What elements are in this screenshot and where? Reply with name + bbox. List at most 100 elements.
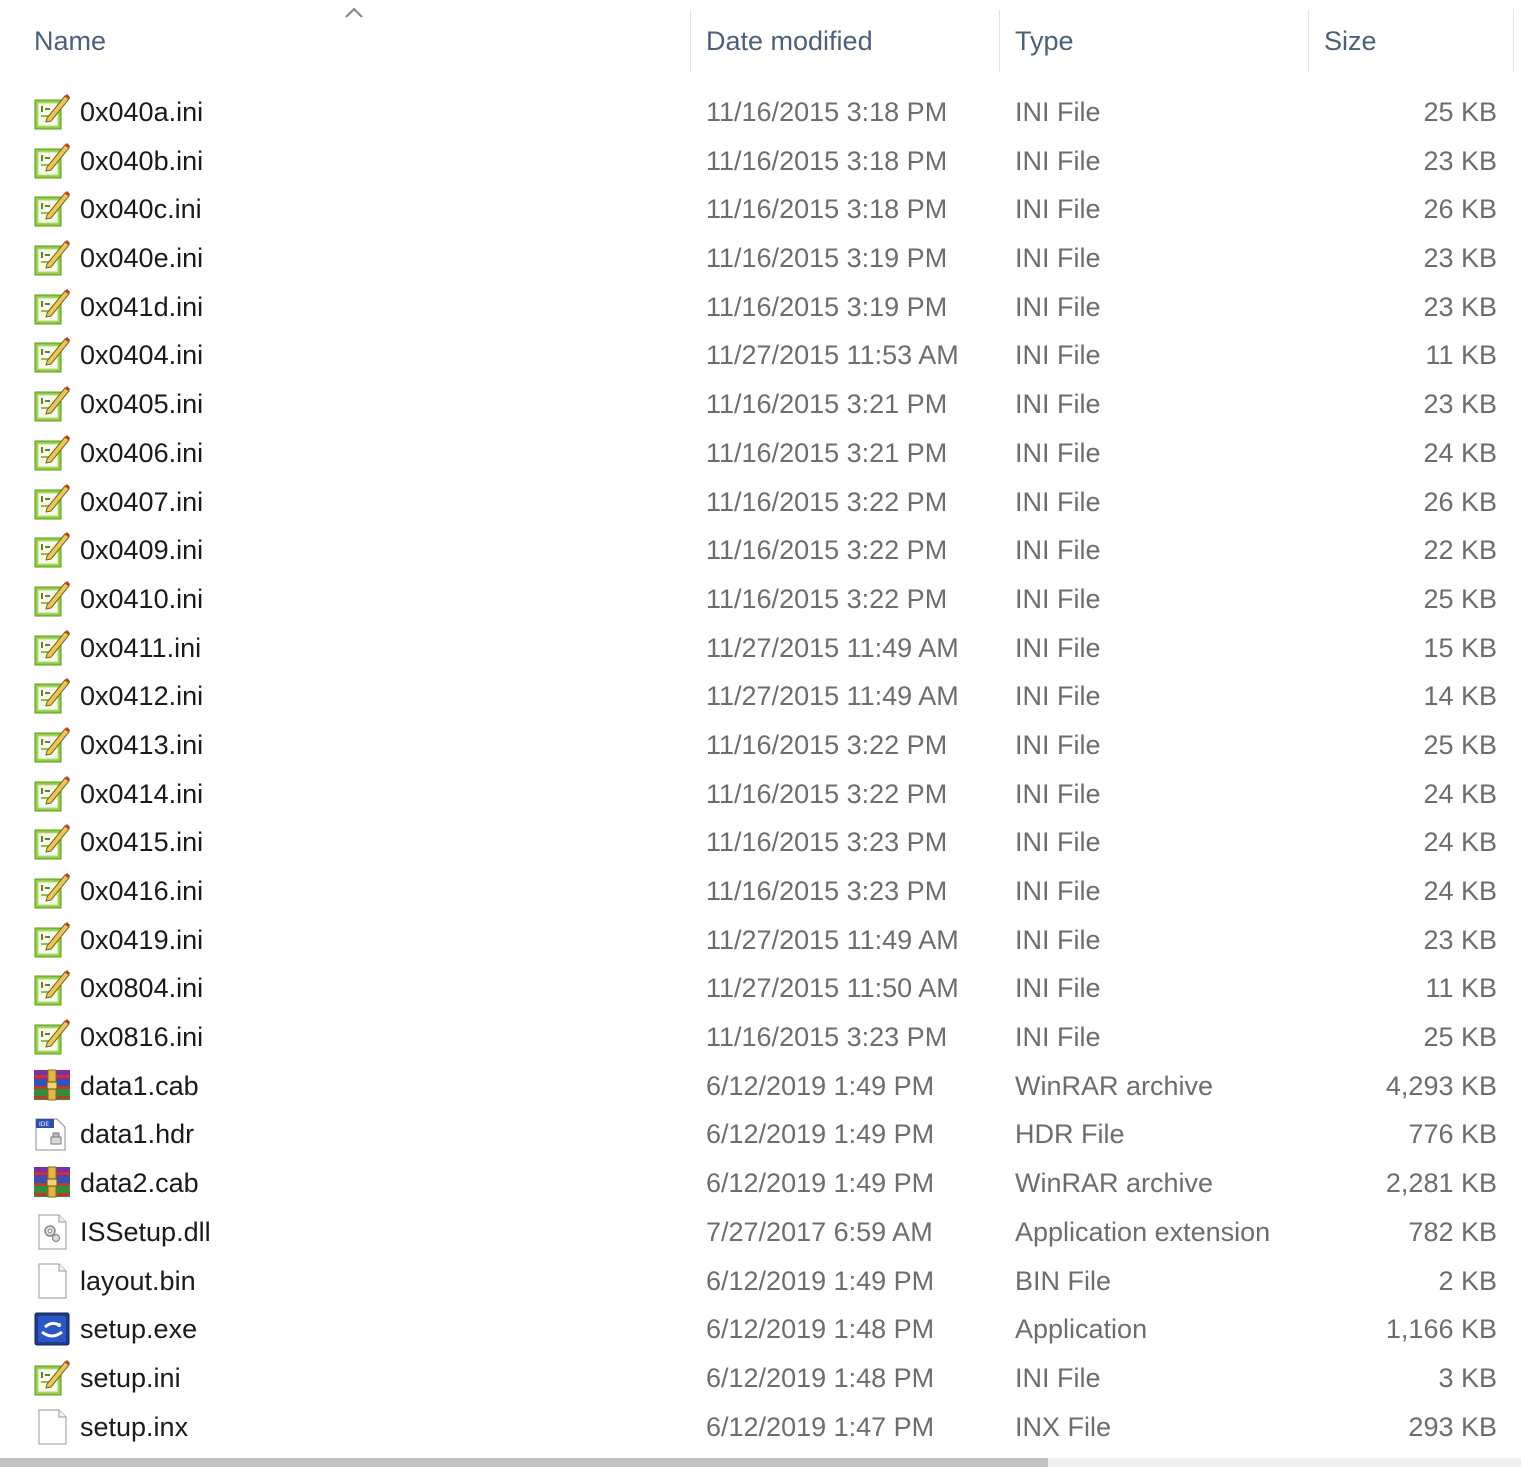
winrar-archive-icon <box>33 1067 71 1105</box>
file-name: 0x0414.ini <box>80 778 204 809</box>
column-header-name-label: Name <box>34 26 107 56</box>
file-row[interactable]: 0x0413.ini 11/16/2015 3:22 PM INI File 25 K… <box>0 721 1521 770</box>
file-date-modified: 11/16/2015 3:23 PM <box>706 876 948 906</box>
file-type: INI File <box>1015 924 1101 955</box>
column-header-date-modified[interactable]: Date modified <box>691 10 999 72</box>
file-type: Application extension <box>1015 1216 1271 1247</box>
file-row[interactable]: data2.cab 6/12/2019 1:49 PM WinRAR archive… <box>0 1159 1521 1208</box>
file-row[interactable]: 0x040a.ini 11/16/2015 3:18 PM INI File 25 K… <box>0 88 1521 137</box>
file-row[interactable]: 0x040e.ini 11/16/2015 3:19 PM INI File 23 K… <box>0 234 1521 283</box>
ini-file-icon <box>33 1359 71 1397</box>
ini-file-icon <box>33 288 71 326</box>
file-row[interactable]: 0x040c.ini 11/16/2015 3:18 PM INI File 26 K… <box>0 185 1521 234</box>
file-name: 0x0816.ini <box>80 1022 204 1053</box>
file-row[interactable]: 0x040b.ini 11/16/2015 3:18 PM INI File 23 K… <box>0 137 1521 186</box>
file-name: 0x0409.ini <box>80 535 204 566</box>
file-size: 1,166 KB <box>1385 1314 1497 1345</box>
file-name: 0x040a.ini <box>80 97 204 127</box>
column-header-size[interactable]: Size <box>1309 10 1513 72</box>
dll-gear-icon <box>33 1213 71 1251</box>
column-header-type[interactable]: Type <box>1000 10 1308 72</box>
file-type: INI File <box>1015 535 1101 566</box>
file-size: 3 KB <box>1438 1362 1497 1393</box>
file-name: setup.exe <box>80 1314 198 1345</box>
ini-file-icon <box>33 872 71 910</box>
file-date-modified: 11/16/2015 3:18 PM <box>706 194 948 225</box>
file-explorer-details-view: Name Date modified Type Size 0x040a.ini 1… <box>0 0 1521 1467</box>
file-row[interactable]: 0x0419.ini 11/27/2015 11:49 AM INI File 23 … <box>0 916 1521 965</box>
file-type: INI File <box>1015 827 1101 858</box>
file-row[interactable]: 0x0410.ini 11/16/2015 3:22 PM INI File 25 K… <box>0 575 1521 624</box>
file-date-modified: 11/16/2015 3:21 PM <box>706 389 948 420</box>
file-row[interactable]: 0x0816.ini 11/16/2015 3:23 PM INI File 25 K… <box>0 1013 1521 1062</box>
file-row[interactable]: 0x0406.ini 11/16/2015 3:21 PM INI File 24 K… <box>0 429 1521 478</box>
file-type: INI File <box>1015 1362 1101 1393</box>
file-date-modified: 11/27/2015 11:49 AM <box>706 924 959 955</box>
file-row[interactable]: data1.cab 6/12/2019 1:49 PM WinRAR archive… <box>0 1062 1521 1111</box>
file-row[interactable]: 0x0415.ini 11/16/2015 3:23 PM INI File 24 K… <box>0 818 1521 867</box>
scrollbar-thumb[interactable] <box>0 1458 1048 1467</box>
file-row[interactable]: setup.ini 6/12/2019 1:48 PM INI File 3 KB <box>0 1354 1521 1403</box>
ini-file-icon <box>33 385 71 423</box>
file-row[interactable]: 0x0416.ini 11/16/2015 3:23 PM INI File 24 K… <box>0 867 1521 916</box>
file-date-modified: 7/27/2017 6:59 AM <box>706 1216 933 1247</box>
ini-file-icon <box>33 483 71 521</box>
hdr-file-icon: IDE <box>33 1115 71 1153</box>
file-row[interactable]: 0x0404.ini 11/27/2015 11:53 AM INI File 11 … <box>0 331 1521 380</box>
file-name: 0x0406.ini <box>80 437 204 468</box>
file-size: 25 KB <box>1423 729 1497 760</box>
file-row[interactable]: layout.bin 6/12/2019 1:49 PM BIN File 2 KB <box>0 1257 1521 1306</box>
file-name: 0x040c.ini <box>80 194 202 225</box>
file-size: 11 KB <box>1425 973 1497 1004</box>
file-name: ISSetup.dll <box>80 1216 211 1247</box>
horizontal-scrollbar[interactable] <box>0 1458 1521 1467</box>
file-type: WinRAR archive <box>1015 1168 1214 1199</box>
file-name: 0x040b.ini <box>80 145 204 176</box>
file-date-modified: 6/12/2019 1:49 PM <box>706 1265 935 1296</box>
file-date-modified: 11/27/2015 11:53 AM <box>706 340 959 371</box>
file-row[interactable]: 0x0414.ini 11/16/2015 3:22 PM INI File 24 K… <box>0 770 1521 819</box>
file-name: 0x0804.ini <box>80 973 204 1004</box>
file-row[interactable]: setup.exe 6/12/2019 1:48 PM Application 1,1… <box>0 1305 1521 1354</box>
file-name: 0x041d.ini <box>80 291 204 322</box>
ini-file-icon <box>33 726 71 764</box>
file-row[interactable]: 0x041d.ini 11/16/2015 3:19 PM INI File 23 K… <box>0 283 1521 332</box>
file-name: 0x0416.ini <box>80 876 204 906</box>
file-type: INI File <box>1015 876 1101 906</box>
file-size: 23 KB <box>1423 924 1497 955</box>
file-row[interactable]: 0x0409.ini 11/16/2015 3:22 PM INI File 22 K… <box>0 526 1521 575</box>
column-divider[interactable] <box>1513 10 1514 72</box>
file-row[interactable]: 0x0412.ini 11/27/2015 11:49 AM INI File 14 … <box>0 672 1521 721</box>
file-row[interactable]: 0x0411.ini 11/27/2015 11:49 AM INI File 15 … <box>0 624 1521 673</box>
ini-file-icon <box>33 190 71 228</box>
file-type: INI File <box>1015 486 1101 517</box>
file-row[interactable]: setup.inx 6/12/2019 1:47 PM INX File 293 KB <box>0 1403 1521 1452</box>
file-row[interactable]: IDE data1.hdr 6/12/2019 1:49 PM HDR File 776… <box>0 1110 1521 1159</box>
file-type: WinRAR archive <box>1015 1070 1214 1101</box>
ini-file-icon <box>33 921 71 959</box>
ini-file-icon <box>33 531 71 569</box>
ini-file-icon <box>33 677 71 715</box>
file-size: 24 KB <box>1423 876 1497 906</box>
file-type: INI File <box>1015 97 1101 127</box>
file-date-modified: 11/16/2015 3:19 PM <box>706 243 948 274</box>
file-size: 25 KB <box>1423 1022 1497 1053</box>
file-date-modified: 11/16/2015 3:22 PM <box>706 535 948 566</box>
file-row[interactable]: 0x0407.ini 11/16/2015 3:22 PM INI File 26 K… <box>0 478 1521 527</box>
ini-file-icon <box>33 580 71 618</box>
file-date-modified: 6/12/2019 1:48 PM <box>706 1362 935 1393</box>
blank-file-icon <box>33 1408 71 1446</box>
file-date-modified: 11/27/2015 11:49 AM <box>706 681 959 712</box>
column-header-bar: Name Date modified Type Size <box>0 0 1521 78</box>
file-type: INI File <box>1015 778 1101 809</box>
file-date-modified: 6/12/2019 1:47 PM <box>706 1411 935 1442</box>
file-type: INI File <box>1015 389 1101 420</box>
ini-file-icon <box>33 434 71 472</box>
file-size: 14 KB <box>1423 681 1497 712</box>
file-row[interactable]: ISSetup.dll 7/27/2017 6:59 AM Application … <box>0 1208 1521 1257</box>
file-row[interactable]: 0x0804.ini 11/27/2015 11:50 AM INI File 11 … <box>0 964 1521 1013</box>
file-type: INI File <box>1015 194 1101 225</box>
file-type: INI File <box>1015 243 1101 274</box>
file-name: 0x0419.ini <box>80 924 204 955</box>
file-row[interactable]: 0x0405.ini 11/16/2015 3:21 PM INI File 23 K… <box>0 380 1521 429</box>
